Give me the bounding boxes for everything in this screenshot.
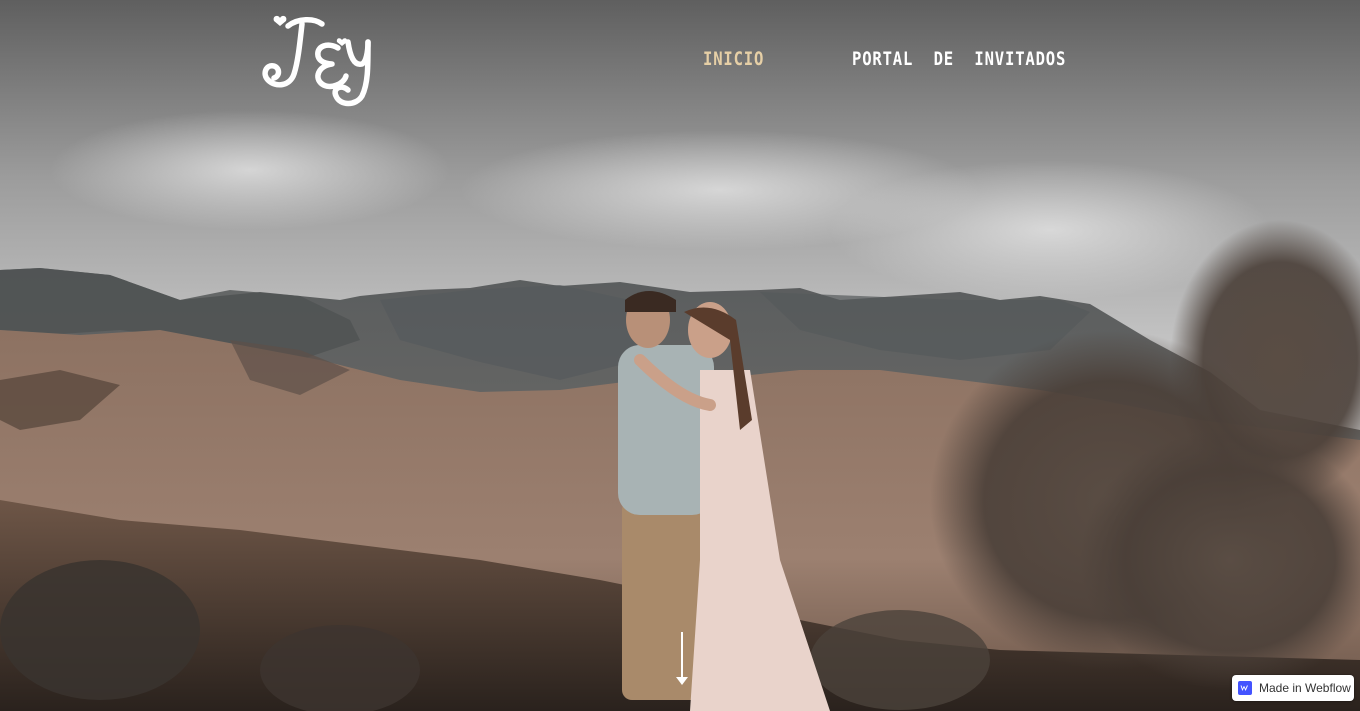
nav-link-inicio[interactable]: INICIO [703,48,764,70]
down-arrow-icon [676,632,688,685]
webflow-icon [1238,681,1252,695]
scroll-down-button[interactable] [674,630,690,688]
main-nav: INICIO PORTAL DE INVITADOS [0,48,1360,74]
badge-label: Made in Webflow [1259,681,1351,695]
made-in-webflow-badge[interactable]: Made in Webflow [1232,675,1354,701]
nav-link-portal-de-invitados[interactable]: PORTAL DE INVITADOS [852,48,1066,70]
hero-background-photo [0,0,1360,711]
hero-section: INICIO PORTAL DE INVITADOS Made in Webfl… [0,0,1360,711]
